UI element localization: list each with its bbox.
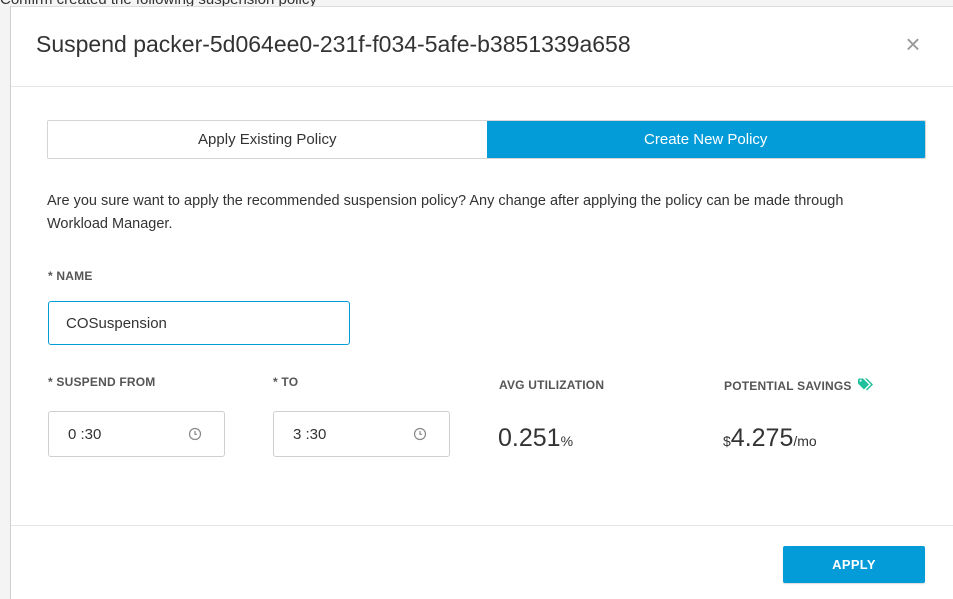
clock-icon xyxy=(413,427,427,441)
potential-savings-currency: $ xyxy=(723,433,731,449)
avg-utilization-number: 0.251 xyxy=(498,424,561,452)
avg-utilization-label: AVG UTILIZATION xyxy=(499,378,605,392)
suspend-from-label: * SUSPEND FROM xyxy=(48,375,156,389)
name-input[interactable] xyxy=(48,301,350,345)
close-icon[interactable]: × xyxy=(896,27,930,61)
apply-button[interactable]: APPLY xyxy=(783,546,925,583)
modal-title: Suspend packer-5d064ee0-231f-f034-5afe-b… xyxy=(36,31,631,57)
potential-savings-number: 4.275 xyxy=(730,424,794,452)
suspend-from-value: 0 :30 xyxy=(68,425,102,443)
modal-header: Suspend packer-5d064ee0-231f-f034-5afe-b… xyxy=(11,7,953,87)
potential-savings-value: $4.275/mo xyxy=(723,424,817,453)
avg-utilization-value: 0.251% xyxy=(498,424,573,453)
potential-savings-unit: /mo xyxy=(793,433,817,449)
name-label: * NAME xyxy=(48,269,93,283)
suspend-to-input[interactable]: 3 :30 xyxy=(273,411,450,457)
potential-savings-label: POTENTIAL SAVINGS xyxy=(724,378,874,393)
tab-create-new-policy[interactable]: Create New Policy xyxy=(486,121,925,158)
avg-utilization-unit: % xyxy=(560,433,574,449)
suspend-to-value: 3 :30 xyxy=(293,425,327,443)
tags-icon xyxy=(858,378,874,391)
potential-savings-label-text: POTENTIAL SAVINGS xyxy=(724,379,852,393)
footer-divider xyxy=(11,525,953,526)
suspend-to-label: * TO xyxy=(273,375,299,389)
page: Confirm created the following suspension… xyxy=(0,0,953,599)
suspend-modal: Suspend packer-5d064ee0-231f-f034-5afe-b… xyxy=(10,6,953,599)
clock-icon xyxy=(188,427,202,441)
confirmation-text: Are you sure want to apply the recommend… xyxy=(47,193,844,232)
suspend-from-input[interactable]: 0 :30 xyxy=(48,411,225,457)
tab-apply-existing-policy[interactable]: Apply Existing Policy xyxy=(48,121,487,158)
policy-tabs: Apply Existing Policy Create New Policy xyxy=(47,120,926,159)
